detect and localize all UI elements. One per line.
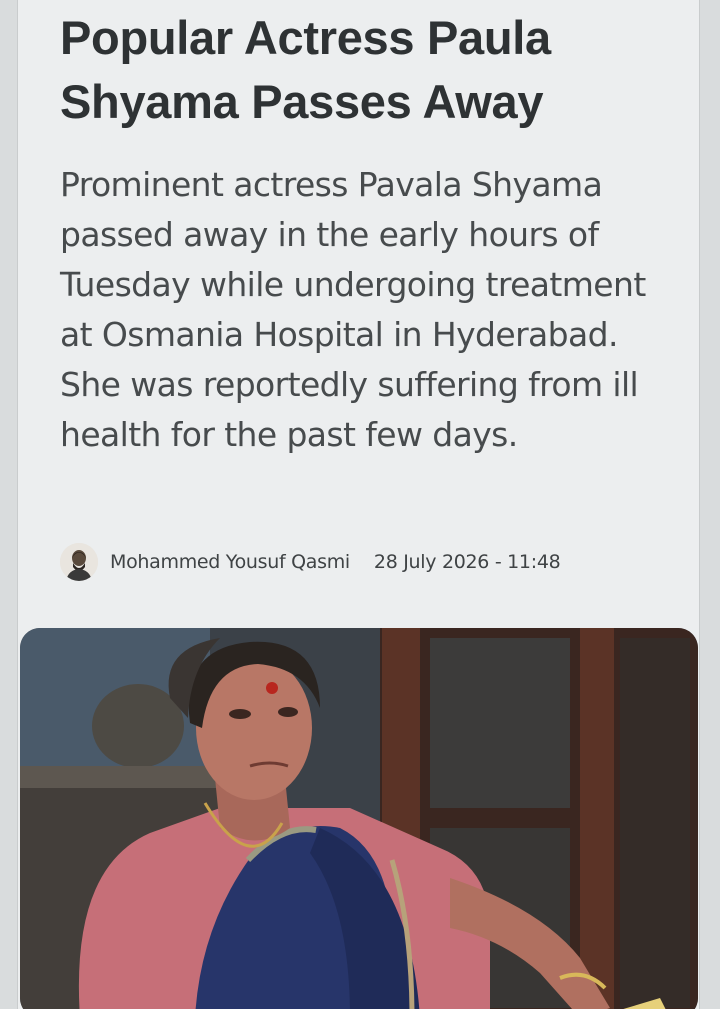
article-summary: Prominent actress Pavala Shyama passed a… [60, 165, 646, 454]
author-avatar[interactable] [60, 543, 98, 581]
article-card: Popular Actress Paula Shyama Passes Away… [17, 0, 700, 1009]
article-headline[interactable]: Popular Actress Paula Shyama Passes Away [60, 6, 680, 134]
publish-date: 28 July 2026 - 11:48 [373, 551, 561, 573]
author-name[interactable]: Mohammed Yousuf Qasmi [110, 551, 350, 573]
article-byline: Mohammed Yousuf Qasmi 28 July 2026 - 11:… [60, 540, 561, 584]
article-photo[interactable] [20, 628, 698, 1009]
